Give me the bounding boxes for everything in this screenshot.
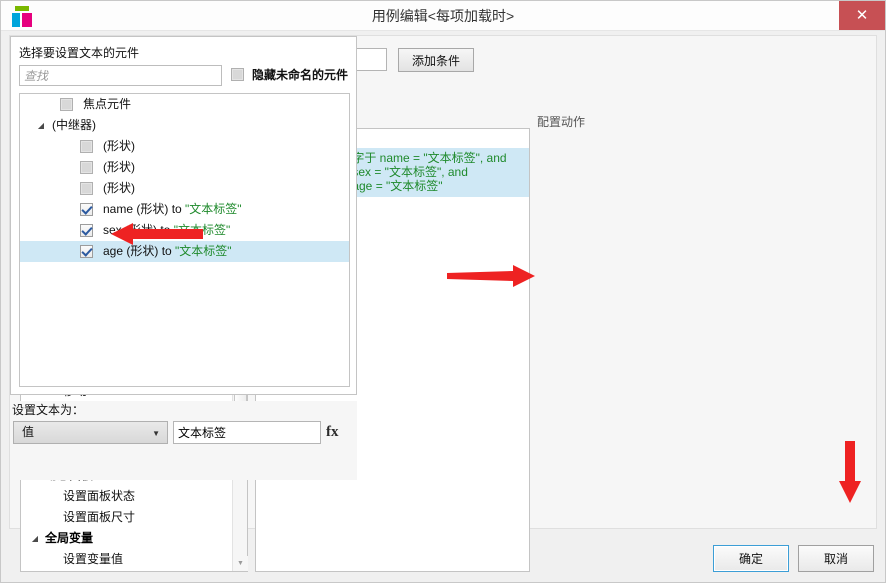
cancel-button[interactable]: 取消: [798, 545, 874, 572]
element-list-item[interactable]: name (形状) to "文本标签": [20, 199, 349, 220]
element-list-item[interactable]: 焦点元件: [20, 94, 349, 115]
element-select-box: 选择要设置文本的元件 隐藏未命名的元件 焦点元件 ◢ (中继器) (形状) (形状) (形…: [10, 36, 357, 395]
action-tree-item-label: 设置变量值: [63, 552, 124, 566]
element-label: 焦点元件: [83, 97, 132, 111]
case-editor-window: 用例编辑<每项加载时> ✕ 用例名称 添加条件 添加动作 组织动作 配置动作 ◢…: [0, 0, 886, 583]
title-bar: 用例编辑<每项加载时> ✕: [1, 1, 885, 31]
element-label-wrap: age (形状) to "文本标签": [103, 244, 232, 258]
expand-caret-icon[interactable]: ◢: [29, 528, 41, 549]
column-header-configure-action: 配置动作: [537, 115, 586, 129]
select-elements-title: 选择要设置文本的元件: [19, 46, 140, 60]
dialog-body: 用例名称 添加条件 添加动作 组织动作 配置动作 ◢链接▷打开链接关闭窗口▷在框…: [9, 35, 877, 572]
action-line-text: 文字于 name = "文本标签", and: [340, 151, 507, 165]
action-tree-item[interactable]: 设置面板尺寸: [21, 507, 232, 528]
close-icon[interactable]: ✕: [839, 1, 885, 30]
action-tree-item-label: 设置面板尺寸: [63, 510, 136, 524]
element-checkbox[interactable]: [80, 203, 93, 216]
text-value-input[interactable]: [173, 421, 321, 444]
text-mode-value: 值: [22, 425, 35, 439]
element-list-item[interactable]: age (形状) to "文本标签": [20, 241, 349, 262]
scroll-down-icon[interactable]: ▼: [233, 556, 248, 571]
element-label-wrap: name (形状) to "文本标签": [103, 202, 242, 216]
element-checkbox[interactable]: [60, 98, 73, 111]
expand-caret-icon[interactable]: ◢: [29, 570, 41, 571]
element-label: (形状): [103, 160, 135, 174]
configure-action-panel: 选择要设置文本的元件 隐藏未命名的元件 焦点元件 ◢ (中继器) (形状) (形状) (形…: [10, 36, 357, 480]
element-label: (形状): [103, 139, 135, 153]
element-list-item[interactable]: (形状): [20, 157, 349, 178]
element-text-value: "文本标签": [185, 202, 242, 216]
element-checkbox[interactable]: [80, 182, 93, 195]
window-title: 用例编辑<每项加载时>: [371, 8, 515, 24]
set-text-section: 设置文本为： 值 ▼ fx: [10, 401, 357, 480]
action-tree-item[interactable]: ◢ 全局变量: [21, 528, 232, 549]
search-input[interactable]: [19, 65, 222, 86]
element-list[interactable]: 焦点元件 ◢ (中继器) (形状) (形状) (形状) name (形状) to "文本标签…: [19, 93, 350, 387]
element-text-value: "文本标签": [175, 244, 232, 258]
element-list-item[interactable]: (形状): [20, 136, 349, 157]
add-condition-button[interactable]: 添加条件: [398, 48, 474, 72]
set-text-label: 设置文本为：: [12, 403, 85, 417]
chevron-down-icon: ▼: [152, 429, 160, 438]
hide-unnamed-checkbox-row[interactable]: 隐藏未命名的元件: [231, 66, 348, 83]
ok-button[interactable]: 确定: [713, 545, 789, 572]
element-checkbox[interactable]: [80, 140, 93, 153]
action-tree-item-label: 全局变量: [45, 531, 94, 545]
element-list-item[interactable]: (形状): [20, 178, 349, 199]
hide-unnamed-label: 隐藏未命名的元件: [252, 68, 349, 82]
element-checkbox[interactable]: [80, 224, 93, 237]
action-tree-item[interactable]: 设置变量值: [21, 549, 232, 570]
element-list-item[interactable]: sex (形状) to "文本标签": [20, 220, 349, 241]
element-checkbox[interactable]: [80, 245, 93, 258]
element-label-wrap: sex (形状) to "文本标签": [103, 223, 231, 237]
text-mode-select[interactable]: 值 ▼: [13, 421, 168, 444]
hide-unnamed-checkbox[interactable]: [231, 68, 244, 81]
element-text-value: "文本标签": [173, 223, 231, 237]
expand-caret-icon[interactable]: ◢: [35, 115, 47, 136]
action-tree-item-label: 设置面板状态: [63, 489, 136, 503]
fx-button[interactable]: fx: [326, 422, 348, 443]
element-group-label: (中继器): [52, 118, 96, 132]
element-label: (形状): [103, 181, 135, 195]
element-checkbox[interactable]: [80, 161, 93, 174]
action-tree-item[interactable]: 设置面板状态: [21, 486, 232, 507]
action-tree-item[interactable]: ◢中继器: [21, 570, 232, 571]
element-list-item[interactable]: ◢ (中继器): [20, 115, 349, 136]
